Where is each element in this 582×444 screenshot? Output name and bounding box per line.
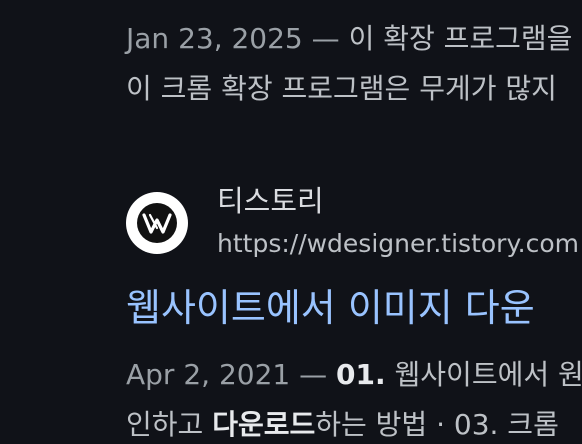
result-snippet-line2: 인하고 다운로드하는 방법 · 03. 크롬 (126, 408, 559, 442)
previous-result-snippet-line2: 이 크롬 확장 프로그램은 무게가 많지 (126, 72, 557, 106)
result-snippet-text2-pre: 인하고 (126, 408, 213, 441)
result-title-link[interactable]: 웹사이트에서 이미지 다운 (126, 284, 535, 332)
result-snippet-line1: Apr 2, 2021 — 01. 웹사이트에서 원 (126, 358, 582, 392)
result-separator: — (299, 358, 328, 391)
previous-result-snippet-line1: Jan 23, 2025 — 이 확장 프로그램을 (126, 22, 572, 56)
result-snippet-bold1: 01. (336, 358, 386, 391)
previous-result-snippet-text2: 이 크롬 확장 프로그램은 무게가 많지 (126, 72, 557, 105)
previous-result-date: Jan 23, 2025 (126, 22, 303, 55)
search-results-page: Jan 23, 2025 — 이 확장 프로그램을 이 크롬 확장 프로그램은 … (0, 0, 582, 444)
site-favicon[interactable] (126, 192, 188, 254)
result-snippet-text2-post: 하는 방법 · 03. 크롬 (315, 408, 559, 441)
result-snippet-text1: 웹사이트에서 원 (385, 358, 582, 391)
site-name[interactable]: 티스토리 (217, 183, 324, 219)
previous-result-snippet-text1: 이 확장 프로그램을 (348, 22, 573, 55)
site-url[interactable]: https://wdesigner.tistory.com (217, 228, 579, 260)
result-snippet-bold2: 다운로드 (212, 408, 316, 441)
result-date: Apr 2, 2021 (126, 358, 291, 391)
w-logo-icon (137, 203, 177, 243)
previous-result-separator: — (311, 22, 340, 55)
